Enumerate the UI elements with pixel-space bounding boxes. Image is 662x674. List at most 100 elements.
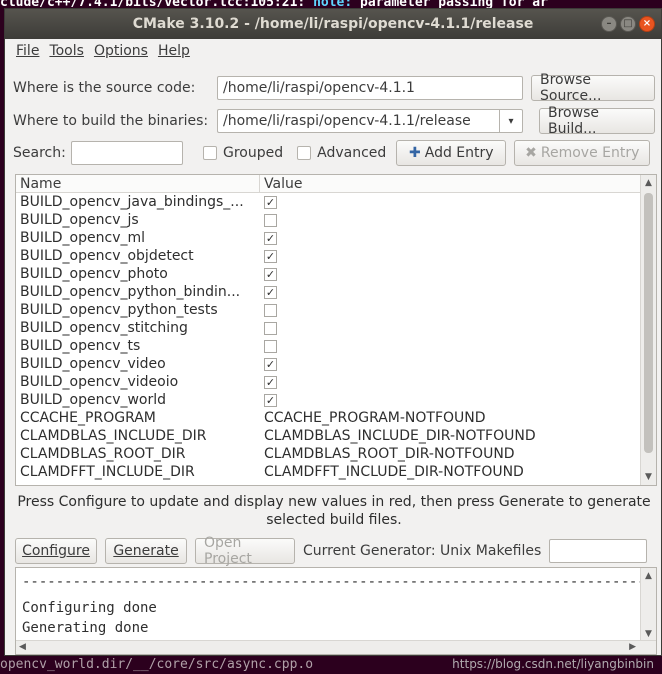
row-value[interactable]: ✓ [260,283,642,301]
table-row[interactable]: CLAMDBLAS_ROOT_DIR CLAMDBLAS_ROOT_DIR-NOT… [16,445,642,463]
output-vertical-scrollbar[interactable]: ▲ ▼ [640,568,656,642]
generate-button[interactable]: Generate [105,538,187,564]
row-value[interactable]: ✓ [260,193,642,211]
advanced-checkbox[interactable] [297,146,312,160]
table-row[interactable]: BUILD_opencv_photo ✓ [16,265,642,283]
row-value[interactable] [260,337,642,355]
menu-options[interactable]: Options [89,43,153,59]
build-row: Where to build the binaries: /home/li/ra… [13,105,655,137]
source-input[interactable]: /home/li/raspi/opencv-4.1.1 [217,76,523,100]
row-name: BUILD_opencv_python_bindin... [20,284,241,300]
terminal-bottom-text: opencv_world.dir/__/core/src/async.cpp.o [0,657,314,672]
table-vertical-scrollbar[interactable]: ▲ ▼ [640,175,656,485]
output-console[interactable]: ----------------------------------------… [15,567,657,655]
table-row[interactable]: BUILD_opencv_stitching [16,319,642,337]
table-row[interactable]: BUILD_opencv_video ✓ [16,355,642,373]
checked-checkbox[interactable]: ✓ [264,375,277,389]
menu-help[interactable]: Help [153,43,195,59]
output-line: Generating done [22,620,149,636]
row-name: BUILD_opencv_objdetect [20,248,194,264]
row-value[interactable] [260,301,642,319]
row-value[interactable] [260,319,642,337]
table-row[interactable]: BUILD_opencv_ts [16,337,642,355]
minimize-icon[interactable]: – [601,16,617,32]
column-header-name[interactable]: Name [16,175,260,192]
configure-button[interactable]: Configure [15,538,97,564]
table-row[interactable]: BUILD_opencv_python_tests [16,301,642,319]
actions-row: Configure Generate Open Project Current … [15,535,648,567]
row-value[interactable]: ✓ [260,373,642,391]
scroll-up-icon[interactable]: ▲ [641,175,656,191]
menu-tools-label: Tools [49,43,84,59]
generate-label: Generate [113,543,179,559]
generator-field[interactable] [549,539,648,563]
remove-x-icon: ✖ [525,145,537,161]
menu-help-label: Help [157,43,190,59]
output-scroll-up-icon[interactable]: ▲ [641,568,656,584]
menu-file[interactable]: File [11,43,44,59]
row-name: BUILD_opencv_videoio [20,374,179,390]
row-name: CLAMDBLAS_ROOT_DIR [20,446,186,462]
menu-bar: File Tools Options Help [5,39,661,63]
grouped-label: Grouped [223,145,284,161]
row-name: BUILD_opencv_python_tests [20,302,218,318]
grouped-checkbox[interactable] [203,146,217,160]
table-row[interactable]: CLAMDBLAS_INCLUDE_DIR CLAMDBLAS_INCLUDE_D… [16,427,642,445]
search-input[interactable] [71,141,183,165]
table-row[interactable]: BUILD_opencv_java_bindings_... ✓ [16,193,642,211]
row-value[interactable]: CCACHE_PROGRAM-NOTFOUND [260,409,642,427]
checked-checkbox[interactable]: ✓ [264,357,277,371]
unchecked-checkbox[interactable] [264,339,277,353]
table-row[interactable]: BUILD_opencv_videoio ✓ [16,373,642,391]
checked-checkbox[interactable]: ✓ [264,249,277,263]
open-project-button[interactable]: Open Project [195,535,295,567]
table-row[interactable]: BUILD_opencv_world ✓ [16,391,642,409]
table-row[interactable]: BUILD_opencv_objdetect ✓ [16,247,642,265]
remove-entry-button[interactable]: ✖ Remove Entry [514,140,651,166]
unchecked-checkbox[interactable] [264,303,277,317]
row-value[interactable]: ✓ [260,355,642,373]
row-value[interactable]: ✓ [260,265,642,283]
source-label: Where is the source code: [13,80,196,96]
build-dropdown-arrow-icon[interactable]: ▾ [499,109,523,133]
row-value[interactable]: ✓ [260,247,642,265]
unchecked-checkbox[interactable] [264,321,277,335]
scroll-thumb[interactable] [644,193,653,453]
row-name: BUILD_opencv_java_bindings_... [20,194,244,210]
scroll-right-icon[interactable]: ▶ [629,641,636,654]
window-controls: – □ × [601,16,655,32]
maximize-icon[interactable]: □ [620,16,636,32]
row-value[interactable]: ✓ [260,229,642,247]
row-value[interactable]: ✓ [260,391,642,409]
build-input[interactable]: /home/li/raspi/opencv-4.1.1/release [217,109,499,133]
checked-checkbox[interactable]: ✓ [264,393,277,407]
row-value[interactable]: CLAMDBLAS_INCLUDE_DIR-NOTFOUND [260,427,642,445]
browse-source-button[interactable]: Browse Source... [531,72,655,104]
row-value[interactable]: CLAMDFFT_INCLUDE_DIR-NOTFOUND [260,463,642,481]
checked-checkbox[interactable]: ✓ [264,285,277,299]
menu-options-label: Options [93,43,148,59]
scroll-down-icon[interactable]: ▼ [641,469,656,485]
scroll-left-icon[interactable]: ◀ [19,641,26,654]
close-icon[interactable]: × [639,16,655,32]
row-name: CLAMDBLAS_INCLUDE_DIR [20,428,207,444]
table-row[interactable]: CCACHE_PROGRAM CCACHE_PROGRAM-NOTFOUND [16,409,642,427]
checked-checkbox[interactable]: ✓ [264,267,277,281]
table-row[interactable]: BUILD_opencv_python_bindin... ✓ [16,283,642,301]
checked-checkbox[interactable]: ✓ [264,231,277,245]
output-horizontal-scrollbar[interactable]: ◀ ▶ [16,640,656,654]
table-row[interactable]: CLAMDFFT_INCLUDE_DIR CLAMDFFT_INCLUDE_DIR… [16,463,642,481]
title-bar[interactable]: CMake 3.10.2 - /home/li/raspi/opencv-4.1… [5,9,661,39]
table-row[interactable]: BUILD_opencv_js [16,211,642,229]
add-entry-button[interactable]: ✚ Add Entry [396,140,507,166]
row-value[interactable] [260,211,642,229]
search-row: Search: Grouped Advanced ✚ Add Entry ✖ R… [13,140,651,166]
browse-build-button[interactable]: Browse Build... [539,105,655,137]
column-header-value[interactable]: Value [260,175,656,192]
unchecked-checkbox[interactable] [264,213,277,227]
menu-tools[interactable]: Tools [44,43,89,59]
table-header: Name Value [16,175,656,193]
row-value[interactable]: CLAMDBLAS_ROOT_DIR-NOTFOUND [260,445,642,463]
checked-checkbox[interactable]: ✓ [264,195,277,209]
table-row[interactable]: BUILD_opencv_ml ✓ [16,229,642,247]
